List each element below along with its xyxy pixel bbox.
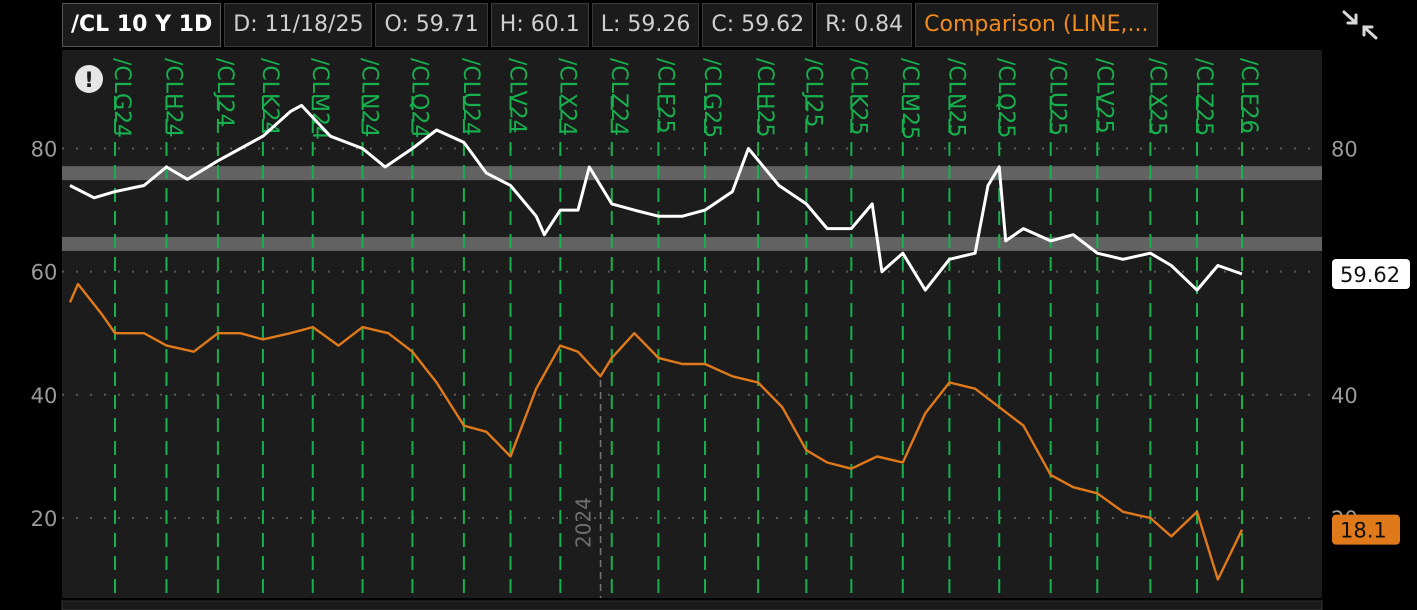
right-tick-80: 80: [1331, 138, 1358, 162]
range-readout: R: 0.84: [816, 3, 913, 47]
roll-label-/CLM25: /CLM25: [897, 58, 922, 140]
date-readout: D: 11/18/25: [224, 3, 373, 47]
band-0: [62, 166, 1322, 181]
last-value-badge-0: 59.62: [1332, 259, 1410, 290]
roll-label-/CLX25: /CLX25: [1144, 58, 1169, 136]
roll-label-/CLK25: /CLK25: [845, 58, 870, 135]
year-label: 2024: [572, 497, 596, 548]
roll-label-/CLG24: /CLG24: [109, 58, 134, 138]
left-tick-80: 80: [31, 138, 58, 162]
roll-label-/CLN24: /CLN24: [357, 58, 382, 137]
chart-canvas[interactable]: /CLG24/CLH24/CLJ24/CLK24/CLM24/CLN24/CLQ…: [0, 0, 1417, 610]
right-y-axis[interactable]: 20406080: [1331, 138, 1358, 531]
close-readout: C: 59.62: [702, 3, 814, 47]
roll-label-/CLZ25: /CLZ25: [1191, 58, 1216, 136]
roll-label-/CLZ24: /CLZ24: [606, 58, 631, 136]
symbol-label[interactable]: /CL 10 Y 1D: [62, 3, 222, 47]
left-tick-60: 60: [31, 261, 58, 285]
chart-header: /CL 10 Y 1D D: 11/18/25 O: 59.71 H: 60.1…: [62, 3, 1161, 47]
roll-label-/CLH25: /CLH25: [752, 58, 777, 138]
badge-text-1: 18.1: [1340, 519, 1387, 543]
roll-label-/CLQ24: /CLQ24: [406, 58, 431, 138]
roll-label-/CLJ24: /CLJ24: [212, 58, 237, 128]
right-tick-40: 40: [1331, 384, 1358, 408]
comparison-label[interactable]: Comparison (LINE,...: [915, 3, 1158, 47]
open-readout: O: 59.71: [375, 3, 488, 47]
alert-glyph: !: [84, 68, 94, 92]
left-y-axis: 20 40 60 80: [31, 138, 58, 531]
time-axis-strip: [61, 600, 1323, 610]
last-value-badge-1: 18.1: [1332, 514, 1400, 545]
roll-label-/CLU25: /CLU25: [1045, 58, 1070, 136]
plot-background: [62, 50, 1322, 598]
roll-label-/CLV24: /CLV24: [505, 58, 530, 134]
roll-label-/CLN25: /CLN25: [943, 58, 968, 137]
low-readout: L: 59.26: [591, 3, 700, 47]
collapse-arrows-icon[interactable]: [1338, 6, 1382, 44]
left-tick-40: 40: [31, 384, 58, 408]
roll-label-/CLF26: /CLF26: [1236, 58, 1261, 134]
band-1: [62, 236, 1322, 251]
left-tick-20: 20: [31, 507, 58, 531]
roll-label-/CLQ25: /CLQ25: [993, 58, 1018, 138]
roll-label-/CLF25: /CLF25: [652, 58, 677, 134]
roll-label-/CLU24: /CLU24: [458, 58, 483, 136]
high-readout: H: 60.1: [490, 3, 589, 47]
alert-icon[interactable]: !: [75, 65, 103, 93]
badge-text-0: 59.62: [1340, 263, 1400, 287]
roll-label-/CLM24: /CLM24: [307, 58, 332, 140]
roll-label-/CLV25: /CLV25: [1091, 58, 1116, 134]
roll-label-/CLJ25: /CLJ25: [800, 58, 825, 128]
roll-label-/CLG25: /CLG25: [699, 58, 724, 138]
roll-label-/CLH24: /CLH24: [160, 58, 185, 138]
roll-label-/CLX24: /CLX24: [554, 58, 579, 136]
